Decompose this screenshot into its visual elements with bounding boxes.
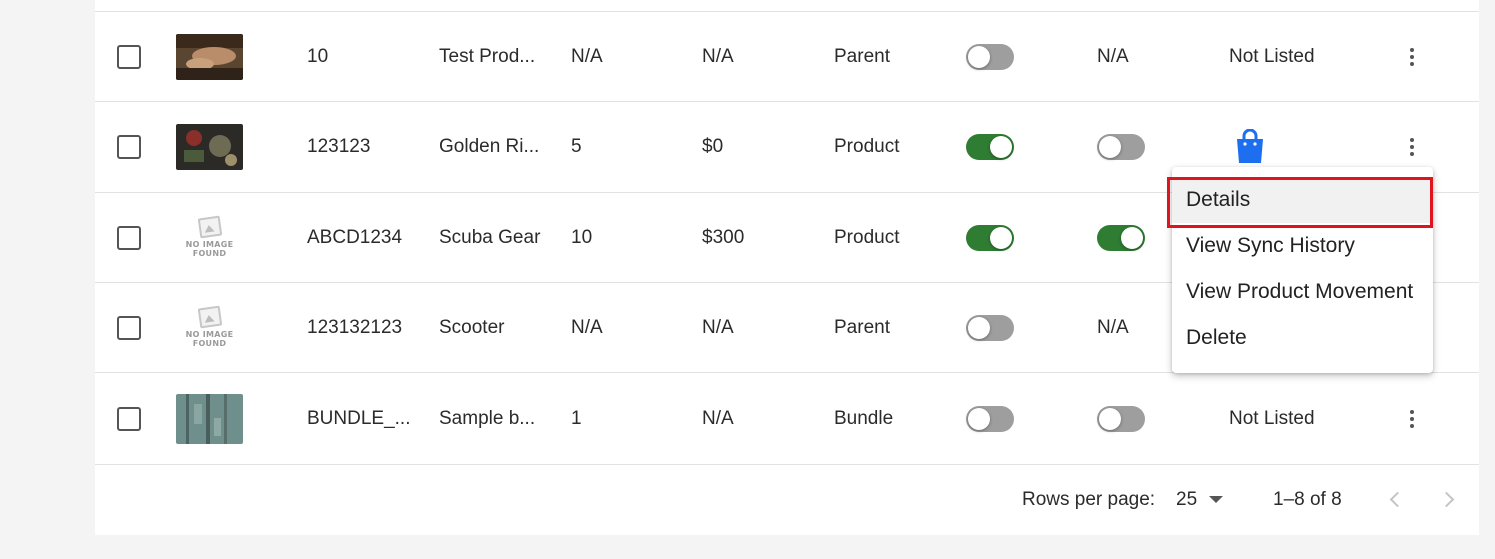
sku-cell: ABCD1234	[307, 226, 403, 248]
sync-cell: N/A	[1097, 316, 1129, 338]
listing-status: Not Listed	[1229, 407, 1315, 429]
sku-cell: 123123	[307, 136, 371, 157]
active-toggle[interactable]	[966, 43, 1014, 70]
more-vert-icon[interactable]	[1400, 135, 1424, 159]
highlight-box	[1167, 177, 1433, 228]
shopping-bag-icon	[1237, 129, 1263, 163]
type-cell: Parent	[834, 45, 890, 67]
no-image-text: FOUND	[192, 249, 227, 258]
name-cell: Scooter	[439, 316, 505, 338]
active-toggle[interactable]	[966, 224, 1014, 251]
price-cell: N/A	[702, 316, 734, 338]
name-cell: Sample b...	[439, 407, 536, 429]
name-cell: Golden Ri...	[439, 136, 540, 157]
no-image-text: NO IMAGE	[185, 240, 234, 249]
price-cell: $300	[702, 226, 745, 248]
price-cell: N/A	[702, 407, 734, 429]
quantity-cell: 5	[571, 136, 582, 157]
no-image-text: FOUND	[192, 339, 227, 348]
image-icon	[197, 215, 222, 239]
price-cell: N/A	[702, 45, 734, 67]
rows-per-page-select[interactable]: 25	[1176, 489, 1224, 511]
quantity-cell: 1	[571, 407, 582, 429]
quantity-cell: N/A	[571, 316, 603, 338]
menu-item-delete[interactable]: Delete	[1172, 315, 1433, 361]
rows-per-page-label: Rows per page:	[1022, 489, 1156, 510]
sku-cell: 123132123	[307, 316, 403, 338]
row-checkbox[interactable]	[117, 135, 141, 159]
name-cell: Scuba Gear	[439, 226, 541, 248]
next-page-icon[interactable]	[1438, 491, 1455, 508]
quantity-cell: 10	[571, 226, 593, 248]
table-row: BUNDLE_... Sample b... 1 N/A Bundle Not …	[95, 373, 1479, 465]
no-image-text: NO IMAGE	[185, 330, 234, 339]
active-toggle[interactable]	[966, 134, 1014, 160]
previous-page-icon[interactable]	[1389, 491, 1406, 508]
sync-cell: N/A	[1097, 45, 1129, 67]
type-cell: Product	[834, 136, 900, 157]
listing-status: Not Listed	[1229, 45, 1315, 67]
image-icon	[197, 305, 222, 329]
type-cell: Bundle	[834, 407, 894, 429]
type-cell: Parent	[834, 316, 890, 338]
no-image-placeholder: NO IMAGE FOUND	[176, 212, 243, 264]
row-checkbox[interactable]	[117, 315, 141, 340]
sku-cell: 10	[307, 45, 329, 67]
pagination-range: 1–8 of 8	[1273, 489, 1342, 510]
sync-toggle[interactable]	[1097, 405, 1145, 432]
row-checkbox[interactable]	[117, 44, 141, 69]
row-checkbox[interactable]	[117, 225, 141, 250]
sync-toggle[interactable]	[1097, 134, 1145, 160]
name-cell: Test Prod...	[439, 45, 536, 67]
price-cell: $0	[702, 136, 724, 157]
menu-item-view-product-movement[interactable]: View Product Movement	[1172, 269, 1433, 315]
row-checkbox[interactable]	[117, 406, 141, 431]
more-vert-icon[interactable]	[1400, 45, 1424, 69]
quantity-cell: N/A	[571, 45, 603, 67]
rows-per-page-value: 25	[1176, 489, 1198, 510]
active-toggle[interactable]	[966, 314, 1014, 341]
table-row: 10 Test Prod... N/A N/A Parent N/A Not L…	[95, 12, 1479, 102]
arrow-drop-down-icon	[1209, 496, 1224, 503]
sync-toggle[interactable]	[1097, 224, 1145, 251]
active-toggle[interactable]	[966, 405, 1014, 432]
product-thumbnail	[176, 33, 243, 80]
sku-cell: BUNDLE_...	[307, 407, 411, 429]
product-thumbnail	[176, 124, 243, 170]
more-vert-icon[interactable]	[1400, 407, 1424, 431]
no-image-placeholder: NO IMAGE FOUND	[176, 302, 243, 354]
product-thumbnail	[176, 393, 243, 444]
menu-item-view-sync-history[interactable]: View Sync History	[1172, 223, 1433, 269]
type-cell: Product	[834, 226, 900, 248]
